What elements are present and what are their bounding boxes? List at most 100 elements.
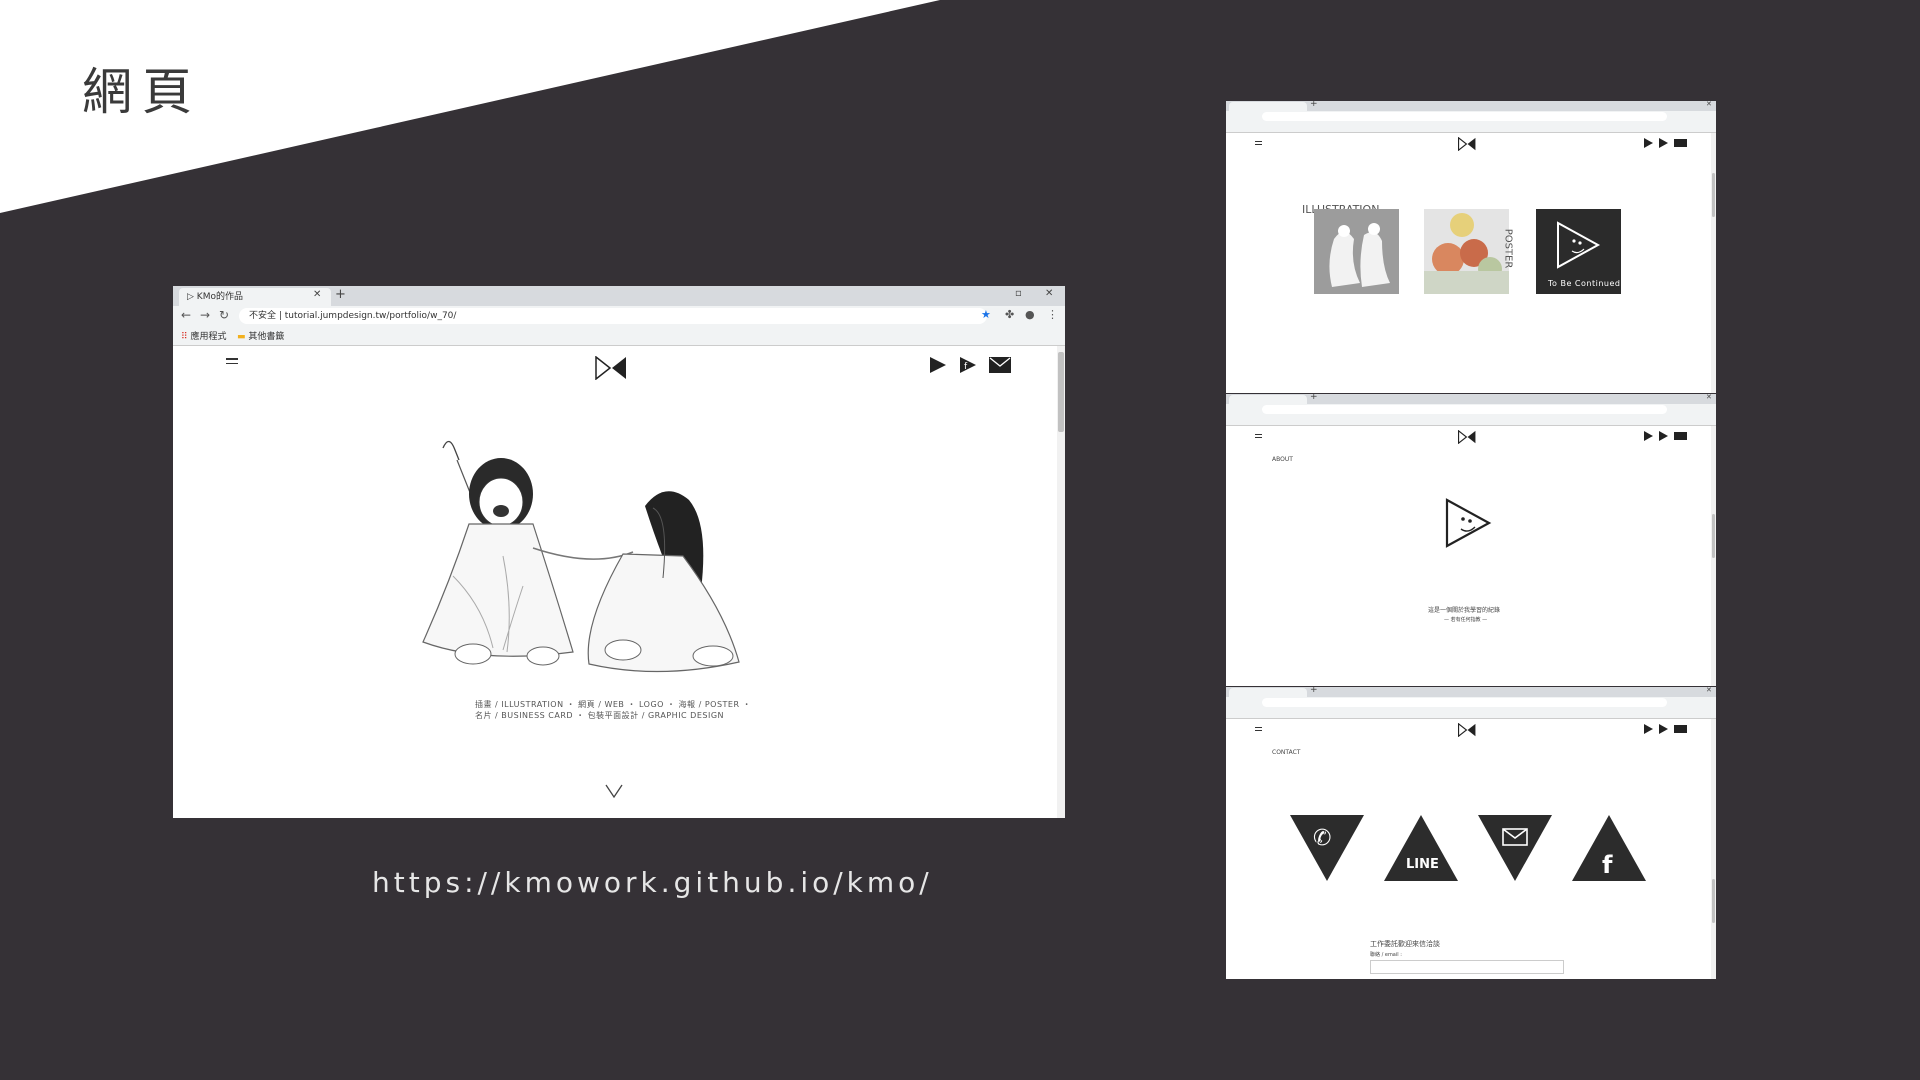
profile-icon[interactable]: ● [1025, 308, 1035, 321]
close-tab-icon[interactable]: ✕ [313, 289, 321, 300]
page-viewport: f 插畫 / ILLUSTRATION ・ 網頁 / WEB ・ LOGO ・ … [173, 346, 1065, 818]
phone-triangle-icon[interactable]: ✆ [1290, 815, 1364, 881]
slide-title: 網頁 [82, 63, 202, 121]
about-text-line1: 這是一個關於我學習的紀錄 [1428, 607, 1501, 614]
facebook-triangle-icon[interactable]: f [959, 356, 977, 374]
poster-thumbnail[interactable] [1424, 209, 1509, 294]
scrollbar[interactable] [1711, 426, 1716, 686]
scrollbar-thumb[interactable] [1712, 173, 1715, 217]
small-browser-illustration: + ✕ ILLUSTRATION POSTER [1226, 101, 1716, 393]
site-logo-icon[interactable] [1458, 137, 1476, 151]
poster-label: POSTER [1502, 228, 1514, 269]
scrollbar-thumb[interactable] [1712, 514, 1715, 558]
new-tab-icon[interactable]: + [1310, 101, 1318, 109]
tab-active[interactable] [1229, 395, 1307, 404]
play-logo-icon[interactable] [929, 356, 947, 374]
facebook-triangle-icon[interactable]: f [1572, 815, 1646, 881]
scrollbar-thumb[interactable] [1712, 879, 1715, 923]
bookmarks-bar: ⠿ 應用程式 ▬ 其他書籤 [173, 326, 1065, 346]
reload-icon[interactable]: ↻ [219, 308, 229, 322]
scrollbar[interactable] [1057, 346, 1065, 818]
bookmarks-bar [1226, 122, 1716, 133]
mail-triangle-icon[interactable] [1478, 815, 1552, 881]
header-social-icons[interactable] [1644, 138, 1688, 148]
site-logo-icon[interactable] [595, 356, 627, 380]
tab-strip: + ✕ [1226, 687, 1716, 697]
address-bar[interactable] [1262, 698, 1667, 707]
tab-title: KMo的作品 [196, 292, 243, 302]
line-label: LINE [1406, 857, 1439, 872]
bookmark-apps[interactable]: ⠿ 應用程式 [181, 329, 226, 342]
tab-strip: + ✕ [1226, 394, 1716, 404]
tab-active[interactable] [1229, 688, 1307, 697]
contact-form-label: 工作委託歡迎來信洽談 [1370, 940, 1440, 948]
contact-section-label: CONTACT [1272, 749, 1301, 756]
tab-strip: + ✕ [1226, 101, 1716, 111]
scrollbar-thumb[interactable] [1058, 352, 1064, 432]
page-viewport: ABOUT 這是一個關於我學習的紀錄 — 若有任何指教 — [1226, 426, 1716, 686]
tab-strip: ▷ KMo的作品 ✕ + ▫ ✕ [173, 286, 1065, 306]
new-tab-icon[interactable]: + [335, 287, 346, 302]
scrollbar[interactable] [1711, 133, 1716, 393]
folder-icon: ▬ [237, 332, 246, 342]
hamburger-menu-icon[interactable] [1255, 727, 1262, 731]
tab-favicon-icon: ▷ [187, 292, 197, 302]
email-input[interactable] [1370, 960, 1564, 974]
about-play-face-icon [1445, 498, 1492, 548]
address-bar[interactable] [1262, 405, 1667, 414]
to-be-continued-tile[interactable]: To Be Continued [1536, 209, 1621, 294]
close-window-icon[interactable]: ✕ [1045, 288, 1053, 299]
scroll-down-chevron-icon[interactable] [605, 784, 623, 798]
close-window-icon[interactable]: ✕ [1706, 687, 1712, 694]
svg-text:✆: ✆ [1313, 826, 1331, 851]
address-bar[interactable]: 不安全 | tutorial.jumpdesign.tw/portfolio/w… [239, 308, 987, 324]
tab-active[interactable] [1229, 102, 1307, 111]
hamburger-menu-icon[interactable] [1255, 434, 1262, 438]
address-text: 不安全 | tutorial.jumpdesign.tw/portfolio/w… [249, 311, 457, 321]
apps-grid-icon: ⠿ [181, 332, 188, 342]
bookmark-star-icon[interactable]: ★ [981, 308, 991, 321]
site-logo-icon[interactable] [1458, 723, 1476, 737]
page-viewport: CONTACT ✆ LINE f 工作委託歡迎來信洽談 聯絡 / email : [1226, 719, 1716, 979]
address-bar-row [1226, 111, 1716, 122]
about-text-line2: — 若有任何指教 — [1444, 617, 1488, 623]
site-url-caption[interactable]: https://kmowork.github.io/kmo/ [372, 866, 933, 899]
new-tab-icon[interactable]: + [1310, 394, 1318, 402]
contact-form-sub: 聯絡 / email : [1370, 952, 1402, 958]
small-browser-about: + ✕ ABOUT 這是一個關於我學習的紀錄 — 若有任何指教 — [1226, 394, 1716, 686]
header-social-icons[interactable] [1644, 724, 1688, 734]
play-face-icon [1557, 221, 1601, 269]
new-tab-icon[interactable]: + [1310, 687, 1318, 695]
back-icon[interactable]: ← [181, 308, 191, 322]
svg-text:f: f [1602, 851, 1613, 879]
hero-illustration [422, 440, 740, 673]
restore-window-icon[interactable]: ▫ [1015, 288, 1022, 299]
address-bar-row [1226, 697, 1716, 708]
address-bar[interactable] [1262, 112, 1667, 121]
bookmark-other[interactable]: ▬ 其他書籤 [237, 329, 284, 342]
illustration-thumbnail[interactable] [1314, 209, 1399, 294]
close-window-icon[interactable]: ✕ [1706, 394, 1712, 401]
address-bar-row [1226, 404, 1716, 415]
menu-dots-icon[interactable]: ⋮ [1047, 308, 1058, 321]
category-caption-line2: 名片 / BUSINESS CARD ・ 包裝平面設計 / GRAPHIC DE… [475, 711, 725, 720]
page-viewport: ILLUSTRATION POSTER To Be Continued [1226, 133, 1716, 393]
hamburger-menu-icon[interactable] [1255, 141, 1262, 145]
main-browser-window: ▷ KMo的作品 ✕ + ▫ ✕ ← → ↻ 不安全 | tutorial.ju… [173, 286, 1065, 818]
bookmarks-bar [1226, 708, 1716, 719]
about-section-label: ABOUT [1272, 456, 1293, 463]
tile-caption: To Be Continued [1548, 279, 1621, 288]
address-bar-row: ← → ↻ 不安全 | tutorial.jumpdesign.tw/portf… [173, 306, 1065, 326]
mail-icon[interactable] [989, 357, 1011, 373]
extensions-icon[interactable]: ✤ [1005, 308, 1014, 321]
small-browser-contact: + ✕ CONTACT ✆ LINE f 工作委託歡迎來信洽談 聯絡 / ema… [1226, 687, 1716, 979]
close-window-icon[interactable]: ✕ [1706, 101, 1712, 108]
scrollbar[interactable] [1711, 719, 1716, 979]
bookmarks-bar [1226, 415, 1716, 426]
tab-active[interactable]: ▷ KMo的作品 [179, 288, 331, 306]
hamburger-menu-icon[interactable] [226, 358, 238, 364]
header-social-icons[interactable] [1644, 431, 1688, 441]
forward-icon[interactable]: → [200, 308, 210, 322]
site-logo-icon[interactable] [1458, 430, 1476, 444]
category-caption-line1: 插畫 / ILLUSTRATION ・ 網頁 / WEB ・ LOGO ・ 海報… [475, 700, 752, 709]
